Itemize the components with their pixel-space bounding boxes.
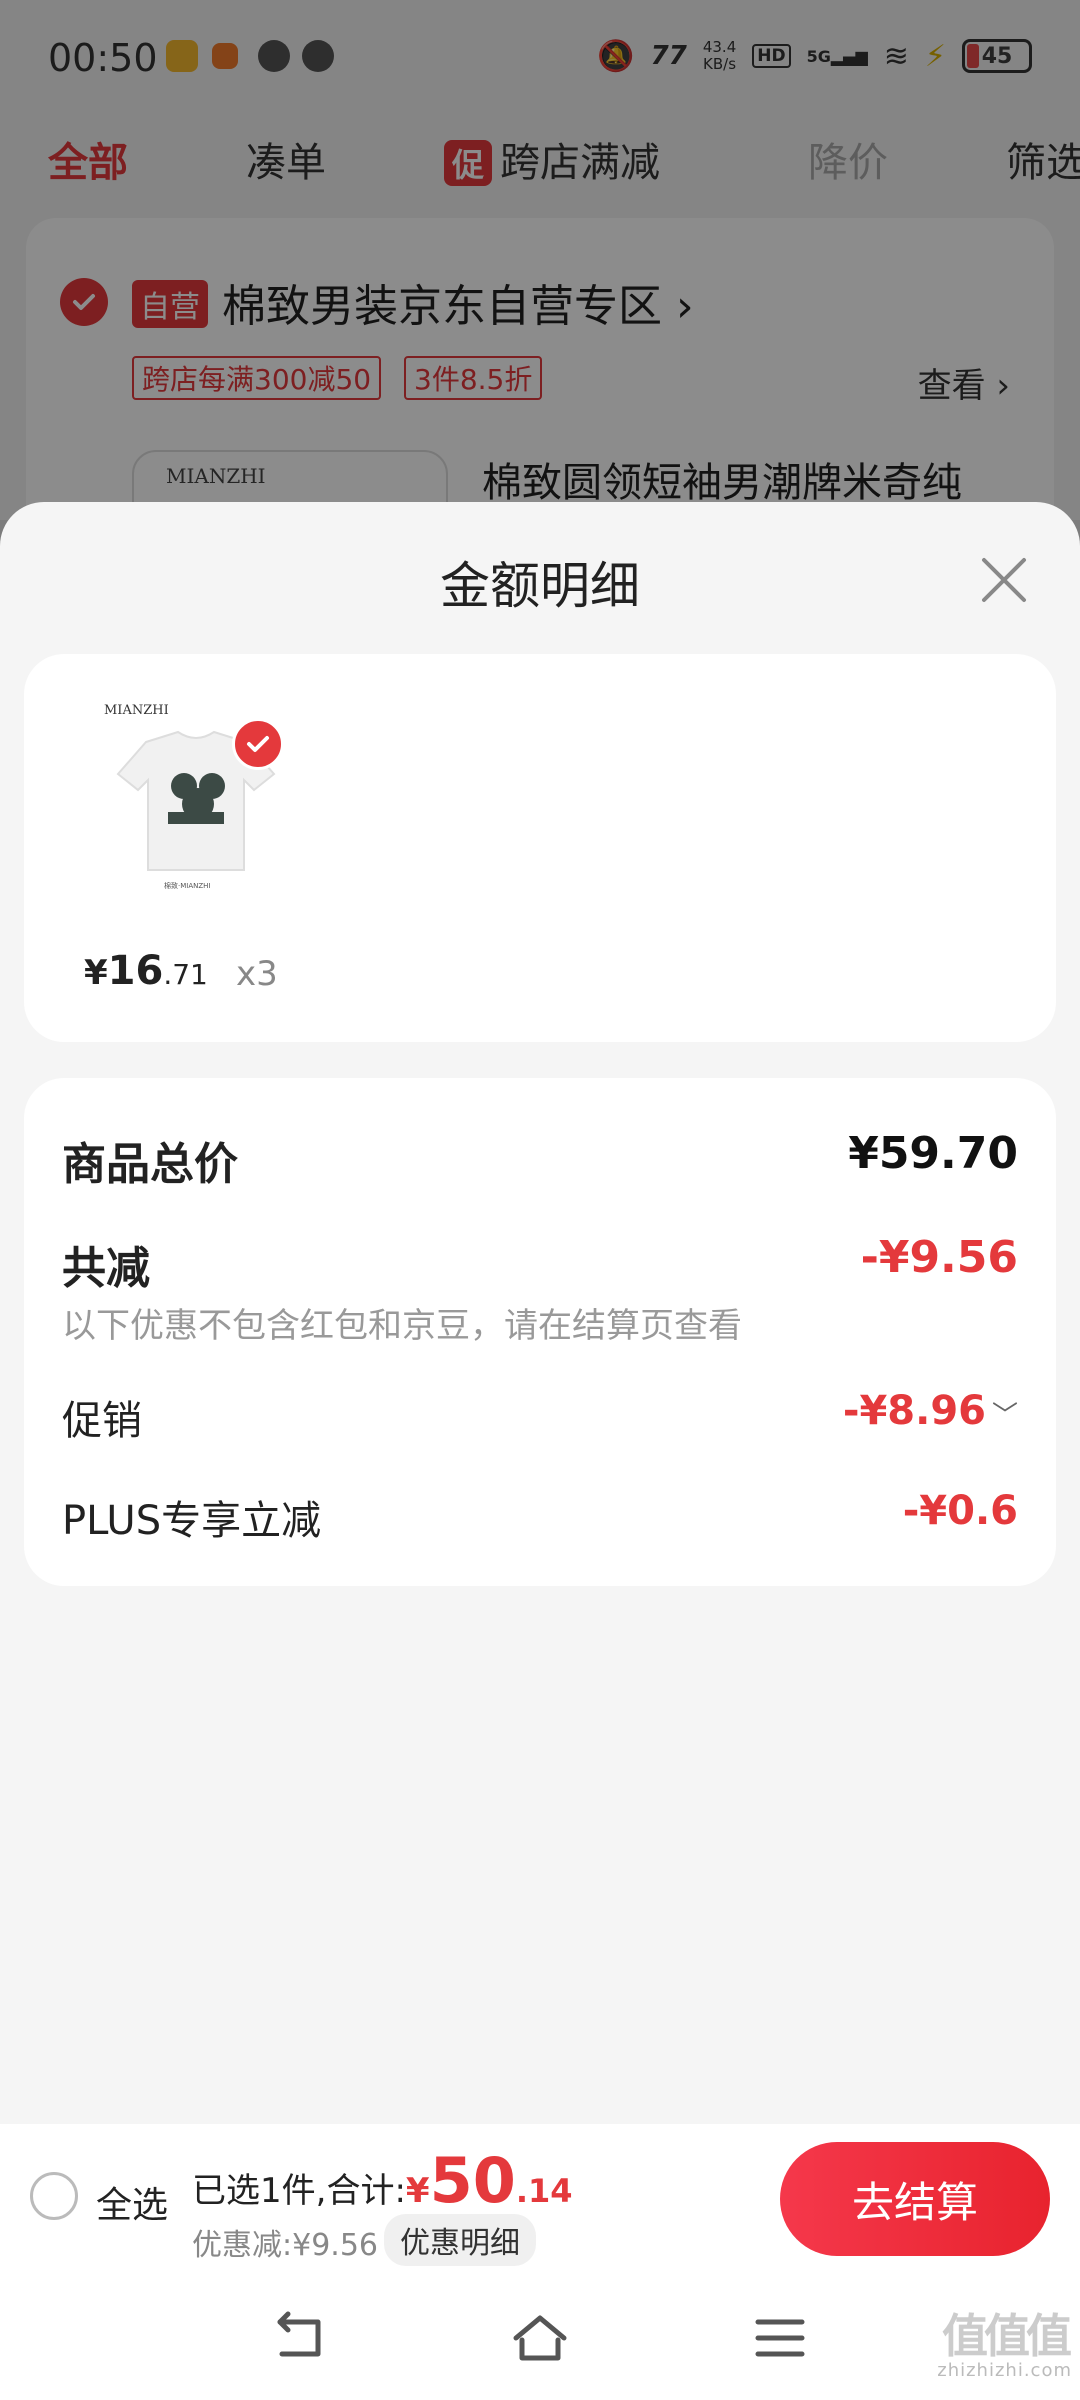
total-price-value: ¥59.70 xyxy=(848,1128,1018,1179)
image-brand-text: MIANZHI xyxy=(104,703,169,718)
select-all-checkbox[interactable] xyxy=(30,2172,78,2220)
discount-detail-button[interactable]: 优惠明细 xyxy=(384,2214,536,2266)
sheet-title: 金额明细 xyxy=(440,557,640,615)
sheet-header: 金额明细 xyxy=(0,502,1080,652)
watermark-url: zhizhizhi.com xyxy=(937,2360,1072,2381)
discount-amount: 优惠减:¥9.56 xyxy=(192,2228,378,2263)
chevron-down-icon: ﹀ xyxy=(991,1401,1018,1431)
system-nav-bar xyxy=(0,2274,1080,2400)
price-decimal: .71 xyxy=(163,958,208,991)
total-decimal: .14 xyxy=(515,2172,573,2210)
item-quantity: x3 xyxy=(236,954,278,994)
total-integer: 50 xyxy=(429,2144,516,2217)
close-icon[interactable] xyxy=(976,552,1032,608)
item-check-icon[interactable] xyxy=(232,718,284,770)
promotion-value: -¥8.96 xyxy=(842,1388,986,1434)
promotion-value-toggle[interactable]: -¥8.96 ﹀ xyxy=(843,1388,1018,1434)
item-unit-price: ¥16.71 xyxy=(84,948,208,994)
price-currency: ¥ xyxy=(84,953,108,993)
battery-icon: 45 xyxy=(962,39,1032,73)
select-all-label[interactable]: 全选 xyxy=(96,2176,168,2228)
selection-summary: 已选1件,合计:¥50.14 xyxy=(192,2144,573,2217)
watermark-logo: 值值值 xyxy=(942,2309,1072,2363)
image-caption-text: 棉致·MIANZHI xyxy=(164,881,210,890)
total-reduction-label: 共减 xyxy=(62,1243,150,1294)
total-currency: ¥ xyxy=(405,2171,430,2211)
price-integer: 16 xyxy=(107,948,164,994)
menu-icon[interactable] xyxy=(750,2310,810,2366)
plus-discount-value: -¥0.6 xyxy=(902,1488,1018,1534)
home-icon[interactable] xyxy=(510,2310,570,2366)
battery-level: 45 xyxy=(981,43,1013,69)
reduction-note: 以下优惠不包含红包和京豆，请在结算页查看 xyxy=(62,1306,742,1346)
amount-detail-sheet: 金额明细 MIANZHI 棉致·MIANZHI ¥16.71 x3 商品总价 ¥… xyxy=(0,502,1080,2124)
items-card: MIANZHI 棉致·MIANZHI ¥16.71 x3 xyxy=(24,654,1056,1042)
checkout-bar: 全选 已选1件,合计:¥50.14 优惠减:¥9.56 优惠明细 去结算 xyxy=(0,2124,1080,2274)
promotion-label: 促销 xyxy=(62,1398,142,1444)
total-price-label: 商品总价 xyxy=(62,1139,238,1190)
modal-backdrop[interactable] xyxy=(0,0,1080,520)
back-icon[interactable] xyxy=(270,2310,330,2366)
total-reduction-value: -¥9.56 xyxy=(860,1232,1018,1283)
selected-count-text: 已选1件,合计: xyxy=(192,2171,406,2211)
plus-discount-label: PLUS专享立减 xyxy=(62,1498,322,1544)
price-breakdown-card: 商品总价 ¥59.70 共减 -¥9.56 以下优惠不包含红包和京豆，请在结算页… xyxy=(24,1078,1056,1586)
checkout-button[interactable]: 去结算 xyxy=(780,2142,1050,2256)
